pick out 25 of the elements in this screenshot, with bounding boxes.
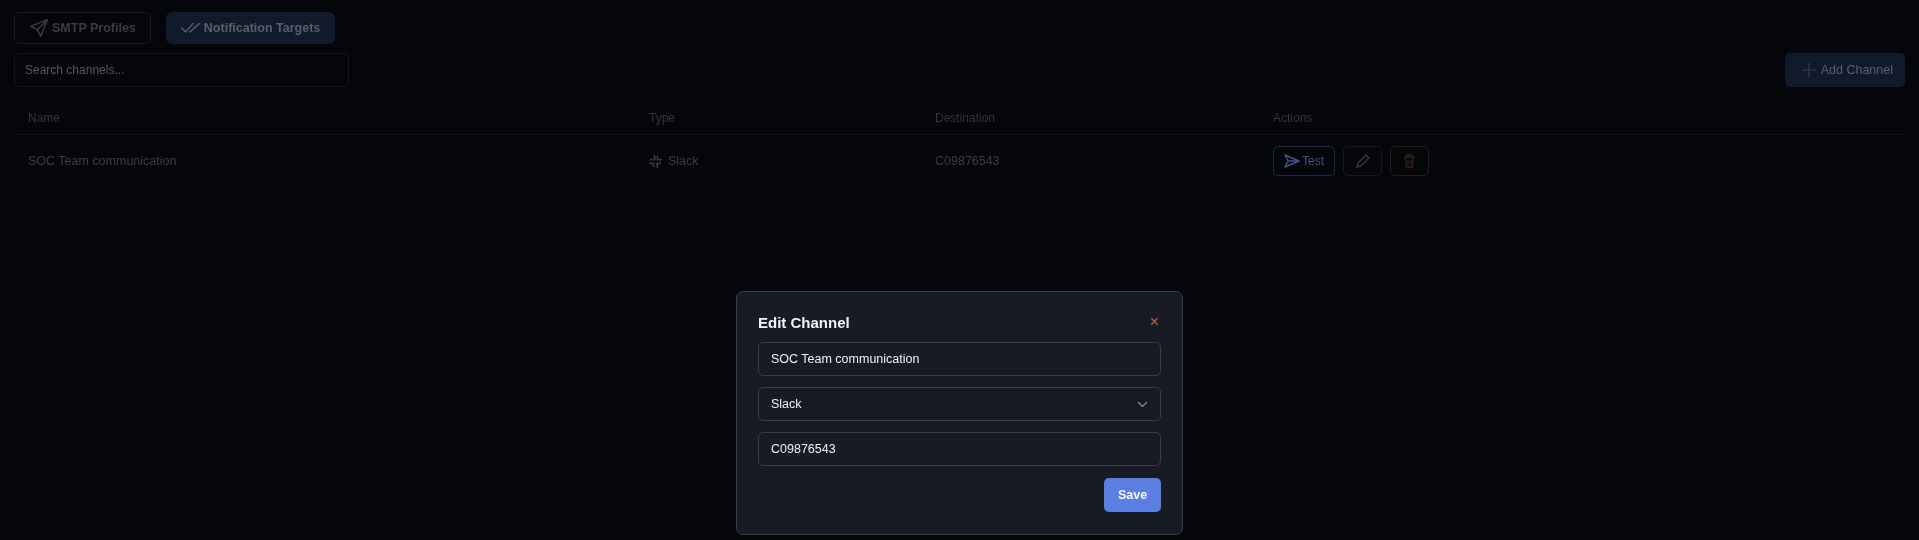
edit-button[interactable] (1343, 146, 1382, 176)
save-button[interactable]: Save (1104, 478, 1161, 512)
close-button[interactable]: × (1147, 314, 1161, 330)
trash-icon (1403, 154, 1416, 168)
input-field[interactable]: SOC Team communication (758, 342, 1161, 376)
add-channel-button[interactable]: Add Channel (1784, 53, 1905, 87)
table-cell-text: SOC Team communication (27, 154, 178, 168)
type-select[interactable]: Slack (758, 387, 1161, 421)
tab[interactable]: SMTP Profiles (14, 12, 151, 44)
table-cell: Slack (668, 154, 699, 168)
slack-icon (649, 154, 662, 168)
table-cell-text: C09876543 (934, 154, 1001, 168)
test-button[interactable]: Test (1273, 146, 1335, 176)
double-check-icon (180, 20, 201, 36)
delete-button[interactable] (1390, 146, 1429, 176)
chevron-down-icon (1137, 400, 1148, 408)
select-value: Slack (771, 397, 802, 411)
search-field[interactable]: Search channels... (14, 53, 349, 87)
input-field[interactable]: C09876543 (758, 432, 1161, 466)
tab[interactable]: Notification Targets (165, 12, 336, 44)
pencil-icon (1355, 154, 1370, 168)
send-icon (29, 18, 49, 38)
send-icon (1284, 154, 1300, 168)
plus-icon (1800, 62, 1817, 78)
dialog-title: Edit Channel (758, 313, 850, 331)
